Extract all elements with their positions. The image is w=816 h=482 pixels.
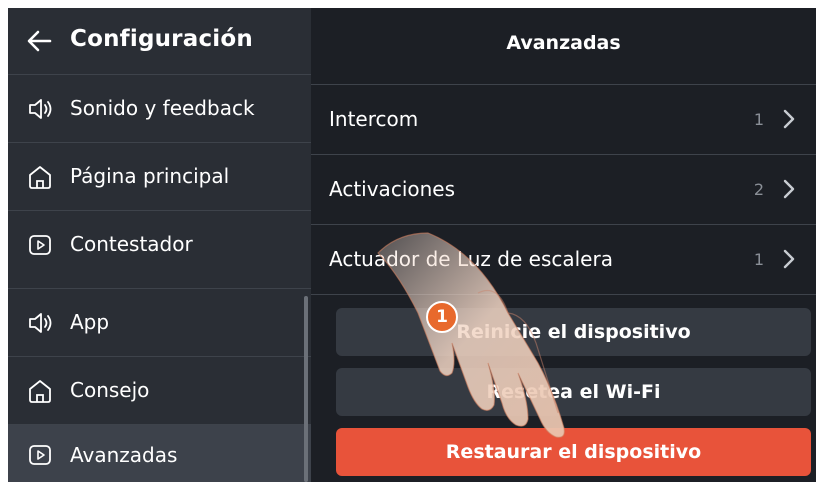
step-number-badge: 1 <box>426 301 458 333</box>
page-title: Avanzadas <box>506 32 621 54</box>
sidebar-item-advanced[interactable]: Avanzadas <box>8 424 311 482</box>
sidebar-item-label: Sonido y feedback <box>70 96 255 120</box>
home-icon <box>29 166 51 189</box>
sidebar-item-label: Consejo <box>70 378 150 402</box>
chevron-right-icon <box>783 179 795 199</box>
chevron-right-icon <box>783 249 795 269</box>
list-item-stair-light-actuator[interactable]: Actuador de Luz de escalera 1 <box>311 224 816 294</box>
list-item-count: 1 <box>753 110 764 129</box>
settings-screen: Configuración Sonido y feedback Página p… <box>8 8 816 482</box>
sidebar-header: Configuración <box>8 8 311 74</box>
list-item-intercom[interactable]: Intercom 1 <box>311 84 816 154</box>
sidebar-item-label: Avanzadas <box>70 443 178 467</box>
speaker-icon <box>29 313 52 333</box>
sidebar-item-label: Página principal <box>70 164 230 188</box>
list-item-activations[interactable]: Activaciones 2 <box>311 154 816 224</box>
home-icon <box>29 380 51 403</box>
list-item-label: Actuador de Luz de escalera <box>329 247 613 271</box>
main-panel: Avanzadas Intercom 1 Activaciones 2 Actu… <box>311 8 816 482</box>
sidebar-item-label: App <box>70 310 110 334</box>
sidebar-item-app[interactable]: App <box>8 288 311 357</box>
list-item-count: 1 <box>753 250 764 269</box>
restore-device-button[interactable]: Restaurar el dispositivo <box>336 428 811 476</box>
speaker-icon <box>29 99 52 119</box>
back-arrow-icon[interactable] <box>26 28 52 54</box>
chevron-right-icon <box>783 109 795 129</box>
list-item-label: Activaciones <box>329 177 456 201</box>
sidebar: Configuración Sonido y feedback Página p… <box>8 8 311 482</box>
play-box-icon <box>29 235 51 255</box>
reset-wifi-button[interactable]: Resetea el Wi-Fi <box>336 368 811 416</box>
sidebar-item-home-page[interactable]: Página principal <box>8 142 311 211</box>
play-box-icon <box>29 445 51 465</box>
sidebar-item-answering-machine[interactable]: Contestador <box>8 210 311 279</box>
sidebar-title: Configuración <box>70 26 253 52</box>
restart-device-button[interactable]: Reinicie el dispositivo <box>336 308 811 356</box>
sidebar-item-label: Contestador <box>70 232 193 256</box>
sidebar-scrollbar[interactable] <box>304 296 308 482</box>
list-item-label: Intercom <box>329 107 419 131</box>
divider <box>311 294 816 295</box>
sidebar-item-tips[interactable]: Consejo <box>8 356 311 425</box>
list-item-count: 2 <box>753 180 764 199</box>
sidebar-item-sound-feedback[interactable]: Sonido y feedback <box>8 74 311 143</box>
